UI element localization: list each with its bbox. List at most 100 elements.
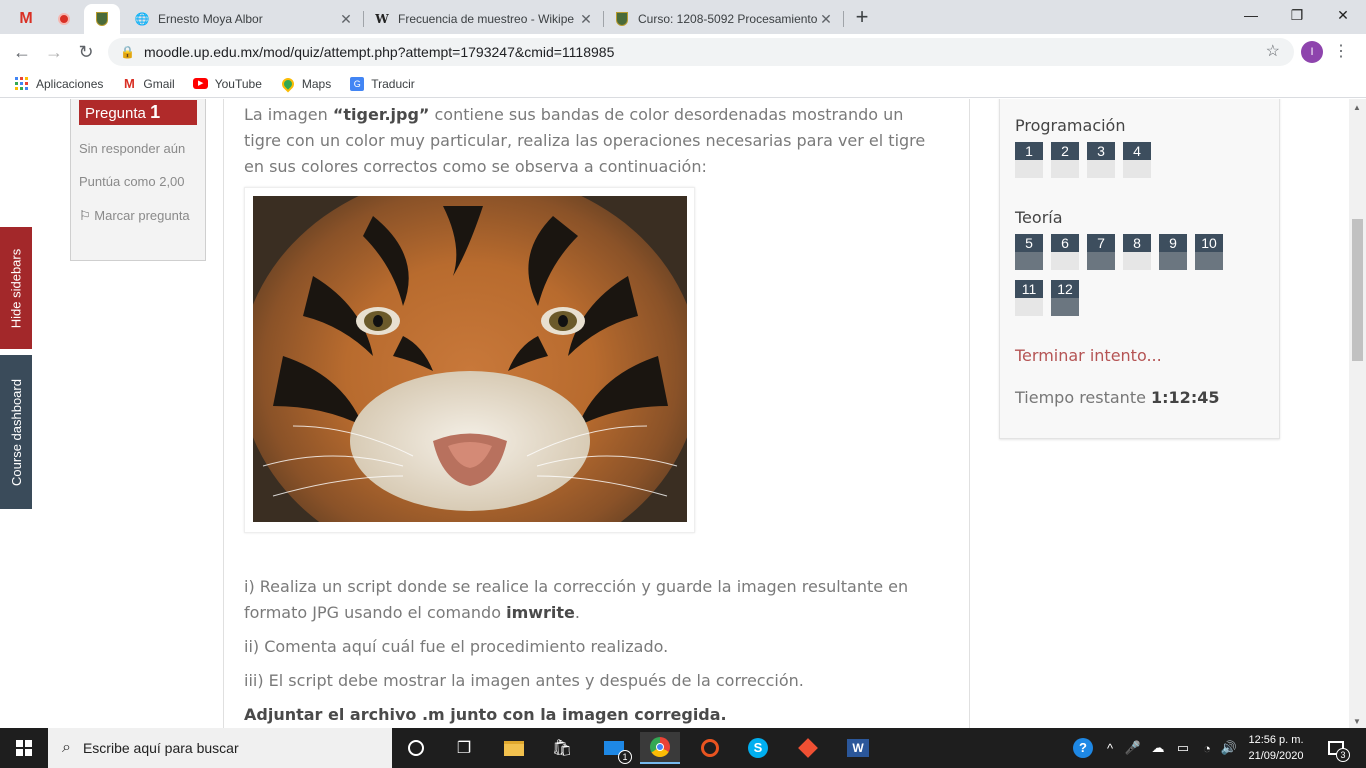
close-tab-icon[interactable]: ✕ (578, 11, 594, 28)
store-icon[interactable]: 🛍 (542, 732, 582, 764)
bookmark-maps[interactable]: Maps (279, 75, 331, 92)
nav-state (1015, 160, 1043, 178)
question-intro: La imagen “tiger.jpg” contiene sus banda… (244, 102, 944, 180)
quiz-nav-button-4[interactable]: 4 (1123, 142, 1151, 178)
close-tab-icon[interactable]: ✕ (818, 11, 834, 28)
tab-wikipedia[interactable]: W Frecuencia de muestreo - Wikipe ✕ (364, 4, 604, 34)
timer-value: 1:12:45 (1151, 388, 1220, 407)
globe-icon: 🌐 (134, 12, 150, 26)
chevron-up-icon[interactable]: ^ (1100, 728, 1120, 768)
quiz-nav-button-6[interactable]: 6 (1051, 234, 1079, 270)
quiz-nav-button-8[interactable]: 8 (1123, 234, 1151, 270)
nav-number: 8 (1123, 234, 1151, 252)
maximize-button[interactable]: ❐ (1274, 0, 1320, 30)
bookmark-label: Aplicaciones (36, 76, 104, 91)
volume-icon[interactable]: 🔊 (1218, 728, 1240, 768)
scroll-thumb[interactable] (1352, 219, 1363, 361)
item1-suffix: . (574, 603, 580, 622)
apps-grid-icon (14, 76, 30, 92)
back-arrow-icon[interactable]: ← (8, 38, 36, 66)
file-explorer-icon[interactable] (494, 732, 534, 764)
chrome-taskbar-icon[interactable] (640, 732, 680, 764)
gmail-icon: M (19, 10, 33, 27)
quiz-nav-button-10[interactable]: 10 (1195, 234, 1223, 270)
git-icon[interactable] (788, 732, 828, 764)
tab-curso[interactable]: Curso: 1208-5092 Procesamiento ✕ (604, 4, 844, 34)
ubuntu-icon[interactable] (690, 732, 730, 764)
course-dashboard-label: Course dashboard (8, 378, 24, 486)
bookmarks-bar: Aplicaciones M Gmail ▶ YouTube Maps G Tr… (0, 70, 1366, 98)
instruction-3: iii) El script debe mostrar la imagen an… (244, 671, 804, 690)
bookmark-label: Traducir (371, 76, 415, 91)
wikipedia-icon: W (375, 12, 389, 26)
nav-state (1015, 298, 1043, 316)
pinned-tab-record[interactable] (46, 4, 82, 34)
windows-taskbar: ⌕ Escribe aquí para buscar ❐ 🛍 1 S W ? ^… (0, 728, 1366, 768)
close-tab-icon[interactable]: ✕ (338, 11, 354, 28)
reload-icon[interactable]: ↻ (72, 38, 100, 66)
instruction-4: Adjuntar el archivo .m junto con la imag… (244, 705, 727, 724)
nav-number: 4 (1123, 142, 1151, 160)
tab-title: Ernesto Moya Albor (158, 12, 263, 26)
skype-icon[interactable]: S (738, 732, 778, 764)
pinned-tab-moodle[interactable] (84, 4, 120, 34)
bookmark-youtube[interactable]: ▶ YouTube (193, 76, 262, 92)
microphone-icon[interactable]: 🎤 (1122, 728, 1144, 768)
word-icon[interactable]: W (838, 732, 878, 764)
quiz-nav-button-1[interactable]: 1 (1015, 142, 1043, 178)
scroll-up-icon[interactable]: ▲ (1353, 103, 1361, 112)
taskbar-search[interactable]: ⌕ Escribe aquí para buscar (48, 728, 392, 768)
new-tab-button[interactable]: + (850, 6, 874, 30)
course-dashboard-tab[interactable]: Course dashboard (0, 355, 32, 509)
finish-attempt-link[interactable]: Terminar intento... (1015, 346, 1162, 365)
page-scrollbar[interactable]: ▲ ▼ (1349, 99, 1366, 728)
quiz-nav-button-3[interactable]: 3 (1087, 142, 1115, 178)
bookmark-gmail[interactable]: M Gmail (121, 76, 175, 92)
forward-arrow-icon[interactable]: → (40, 38, 68, 66)
instruction-1: i) Realiza un script donde se realice la… (244, 574, 944, 626)
scroll-down-icon[interactable]: ▼ (1353, 717, 1361, 726)
close-window-button[interactable]: ✕ (1320, 0, 1366, 30)
address-bar[interactable]: 🔒 moodle.up.edu.mx/mod/quiz/attempt.php?… (108, 38, 1294, 66)
flag-question-link[interactable]: ⚐ Marcar pregunta (79, 203, 197, 229)
shield-icon (96, 12, 108, 26)
onedrive-icon[interactable]: ☁ (1146, 728, 1170, 768)
system-clock[interactable]: 12:56 p. m. 21/09/2020 (1240, 732, 1312, 764)
pinned-tab-gmail[interactable]: M (8, 4, 44, 34)
task-view-icon[interactable]: ❐ (444, 732, 484, 764)
wifi-icon[interactable]: ◔ (1196, 728, 1218, 768)
question-info-box: Pregunta 1 Sin responder aún Puntúa como… (70, 99, 206, 261)
bookmark-translate[interactable]: G Traducir (349, 76, 415, 92)
quiz-nav-button-7[interactable]: 7 (1087, 234, 1115, 270)
hide-sidebars-tab[interactable]: Hide sidebars (0, 227, 32, 349)
nav-state (1123, 252, 1151, 270)
battery-icon[interactable]: ▭ (1172, 728, 1194, 768)
quiz-nav-button-9[interactable]: 9 (1159, 234, 1187, 270)
nav-number: 7 (1087, 234, 1115, 252)
notification-center-icon[interactable]: 3 (1318, 728, 1354, 768)
nav-state (1051, 252, 1079, 270)
page-viewport: Pregunta 1 Sin responder aún Puntúa como… (0, 99, 1366, 728)
record-icon (58, 13, 70, 25)
bookmark-star-icon[interactable]: ☆ (1266, 41, 1280, 61)
lock-icon: 🔒 (120, 45, 135, 59)
quiz-nav-button-12[interactable]: 12 (1051, 280, 1079, 316)
quiz-nav-button-5[interactable]: 5 (1015, 234, 1043, 270)
start-button[interactable] (0, 728, 48, 768)
bookmark-apps[interactable]: Aplicaciones (14, 76, 103, 92)
nav-number: 11 (1015, 280, 1043, 298)
quiz-nav-button-2[interactable]: 2 (1051, 142, 1079, 178)
nav-number: 1 (1015, 142, 1043, 160)
help-icon[interactable]: ? (1068, 728, 1098, 768)
quiz-nav-button-11[interactable]: 11 (1015, 280, 1043, 316)
search-icon: ⌕ (62, 739, 71, 756)
kebab-menu-icon[interactable]: ⋮ (1333, 40, 1349, 64)
minimize-button[interactable]: — (1228, 0, 1274, 30)
profile-avatar[interactable]: I (1301, 41, 1323, 63)
cortana-icon[interactable] (396, 732, 436, 764)
url-text: moodle.up.edu.mx/mod/quiz/attempt.php?at… (144, 44, 615, 60)
mail-icon[interactable]: 1 (594, 732, 634, 764)
section-title-programacion: Programación (1015, 116, 1126, 135)
shield-icon (614, 11, 630, 27)
tab-ernesto[interactable]: 🌐 Ernesto Moya Albor ✕ (124, 4, 364, 34)
